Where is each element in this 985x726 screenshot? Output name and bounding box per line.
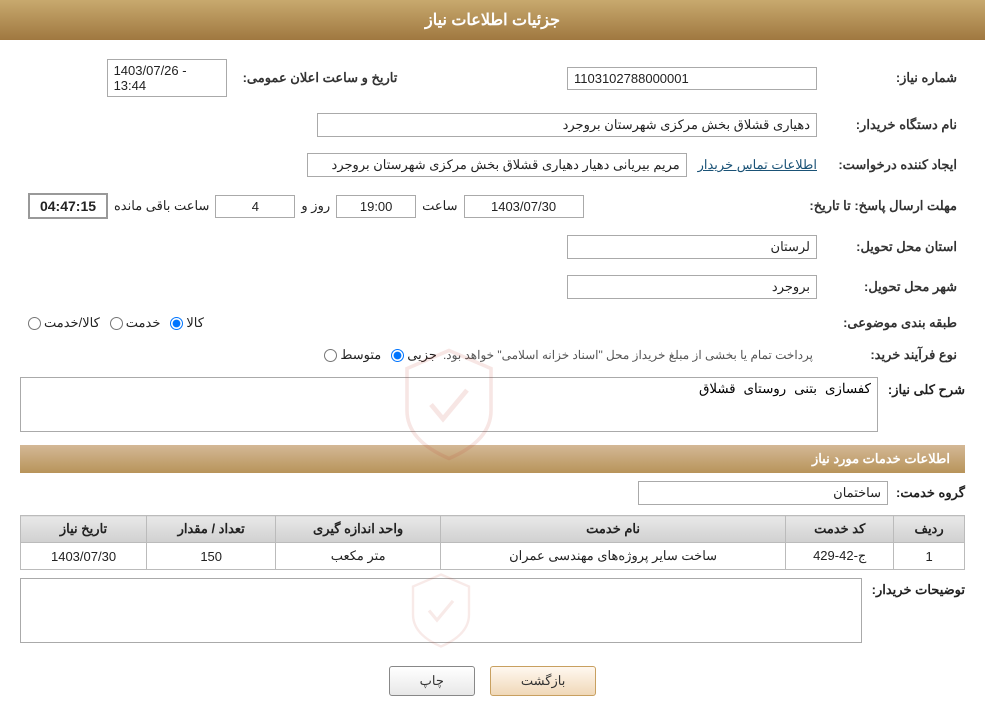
purchase-type-medium[interactable]: متوسط <box>324 347 381 363</box>
cell-name: ساخت سایر پروژه‌های مهندسی عمران <box>440 543 785 570</box>
need-number-table: شماره نیاز: 1103102788000001 تاریخ و ساع… <box>20 55 965 101</box>
delivery-city-label: شهر محل تحویل: <box>825 271 965 303</box>
creator-value: مریم بیریانی دهیار دهیاری قشلاق بخش مرکز… <box>307 153 687 177</box>
province-table: استان محل تحویل: لرستان <box>20 231 965 263</box>
services-section-title: اطلاعات خدمات مورد نیاز <box>20 445 965 473</box>
need-description-section: شرح کلی نیاز: كفسازی بتنی روستای قشلاق <box>20 377 965 435</box>
category-label-service: خدمت <box>126 315 161 331</box>
timer-section: 04:47:15 ساعت باقی مانده 4 روز و 19:00 س… <box>28 193 793 219</box>
cell-quantity: 150 <box>147 543 276 570</box>
need-description-textarea[interactable]: كفسازی بتنی روستای قشلاق <box>20 377 878 432</box>
services-table: ردیف کد خدمت نام خدمت واحد اندازه گیری ت… <box>20 515 965 570</box>
category-radio-service-goods[interactable] <box>28 317 41 330</box>
purchase-type-label-partial: جزیی <box>407 347 437 363</box>
page-header: جزئیات اطلاعات نیاز <box>0 0 985 40</box>
delivery-province-value: لرستان <box>567 235 817 259</box>
category-radio-goods[interactable] <box>170 317 183 330</box>
purchase-type-note: پرداخت تمام یا بخشی از مبلغ خریداز محل "… <box>443 348 813 362</box>
button-row: بازگشت چاپ <box>20 666 965 696</box>
buyer-notes-area <box>20 578 862 646</box>
purchase-type-row: پرداخت تمام یا بخشی از مبلغ خریداز محل "… <box>28 347 817 363</box>
cell-unit: متر مکعب <box>276 543 441 570</box>
city-table: شهر محل تحویل: بروجرد <box>20 271 965 303</box>
contact-link[interactable]: اطلاعات تماس خریدار <box>698 157 817 172</box>
creator-label: ایجاد کننده درخواست: <box>825 149 965 181</box>
countdown-value: 04:47:15 <box>28 193 108 219</box>
cell-code: ج-42-429 <box>786 543 894 570</box>
purchase-type-partial[interactable]: جزیی <box>391 347 437 363</box>
need-number-label: شماره نیاز: <box>825 55 965 101</box>
category-label-service-goods: کالا/خدمت <box>44 315 100 331</box>
category-table: طبقه بندی موضوعی: کالا/خدمت خدمت کالا <box>20 311 965 335</box>
announcement-date-label: تاریخ و ساعت اعلان عمومی: <box>235 55 406 101</box>
category-option-goods[interactable]: کالا <box>170 315 204 331</box>
response-deadline-label: مهلت ارسال پاسخ: تا تاریخ: <box>801 189 965 223</box>
response-days-value: 4 <box>215 195 295 218</box>
response-days-label: روز و <box>301 198 330 214</box>
col-header-row: ردیف <box>894 516 965 543</box>
purchase-type-table: نوع فرآیند خرید: پرداخت تمام یا بخشی از … <box>20 343 965 367</box>
purchase-type-label: نوع فرآیند خرید: <box>825 343 965 367</box>
need-description-label: شرح کلی نیاز: <box>888 377 965 398</box>
page-wrapper: جزئیات اطلاعات نیاز شماره نیاز: 11031027… <box>0 0 985 726</box>
deadline-table: مهلت ارسال پاسخ: تا تاریخ: 04:47:15 ساعت… <box>20 189 965 223</box>
buyer-org-table: نام دستگاه خریدار: دهیاری قشلاق بخش مرکز… <box>20 109 965 141</box>
category-option-service-goods[interactable]: کالا/خدمت <box>28 315 100 331</box>
creator-table: ایجاد کننده درخواست: اطلاعات تماس خریدار… <box>20 149 965 181</box>
cell-date: 1403/07/30 <box>21 543 147 570</box>
col-header-unit: واحد اندازه گیری <box>276 516 441 543</box>
col-header-code: کد خدمت <box>786 516 894 543</box>
buyer-notes-textarea[interactable] <box>20 578 862 643</box>
response-time-value: 19:00 <box>336 195 416 218</box>
table-row: 1ج-42-429ساخت سایر پروژه‌های مهندسی عمرا… <box>21 543 965 570</box>
need-description-area: كفسازی بتنی روستای قشلاق <box>20 377 878 435</box>
purchase-type-radio-medium[interactable] <box>324 349 337 362</box>
buyer-org-label: نام دستگاه خریدار: <box>825 109 965 141</box>
page-title: جزئیات اطلاعات نیاز <box>425 12 560 29</box>
category-option-service[interactable]: خدمت <box>110 315 161 331</box>
buyer-org-value: دهیاری قشلاق بخش مرکزی شهرستان بروجرد <box>317 113 817 137</box>
services-table-section: ردیف کد خدمت نام خدمت واحد اندازه گیری ت… <box>20 515 965 570</box>
col-header-qty: تعداد / مقدار <box>147 516 276 543</box>
group-service-label: گروه خدمت: <box>896 485 965 501</box>
print-button[interactable]: چاپ <box>389 666 475 696</box>
response-time-label: ساعت <box>422 198 457 214</box>
category-radio-group: کالا/خدمت خدمت کالا <box>28 315 817 331</box>
group-service-value: ساختمان <box>638 481 888 505</box>
purchase-type-radio-group: متوسط جزیی <box>324 347 437 363</box>
category-label: طبقه بندی موضوعی: <box>825 311 965 335</box>
purchase-type-radio-partial[interactable] <box>391 349 404 362</box>
countdown-label: ساعت باقی مانده <box>114 198 209 214</box>
group-service-section: گروه خدمت: ساختمان <box>20 481 965 505</box>
category-radio-service[interactable] <box>110 317 123 330</box>
category-label-goods: کالا <box>186 315 204 331</box>
cell-row: 1 <box>894 543 965 570</box>
delivery-province-label: استان محل تحویل: <box>825 231 965 263</box>
announcement-date-value: 1403/07/26 - 13:44 <box>107 59 227 97</box>
buyer-notes-section: توضیحات خریدار: <box>20 578 965 646</box>
need-number-value: 1103102788000001 <box>567 67 817 90</box>
purchase-type-label-medium: متوسط <box>340 347 381 363</box>
buyer-notes-label: توضیحات خریدار: <box>872 578 965 598</box>
col-header-date: تاریخ نیاز <box>21 516 147 543</box>
col-header-name: نام خدمت <box>440 516 785 543</box>
delivery-city-value: بروجرد <box>567 275 817 299</box>
main-content: شماره نیاز: 1103102788000001 تاریخ و ساع… <box>0 40 985 726</box>
back-button[interactable]: بازگشت <box>490 666 596 696</box>
response-date-value: 1403/07/30 <box>464 195 584 218</box>
